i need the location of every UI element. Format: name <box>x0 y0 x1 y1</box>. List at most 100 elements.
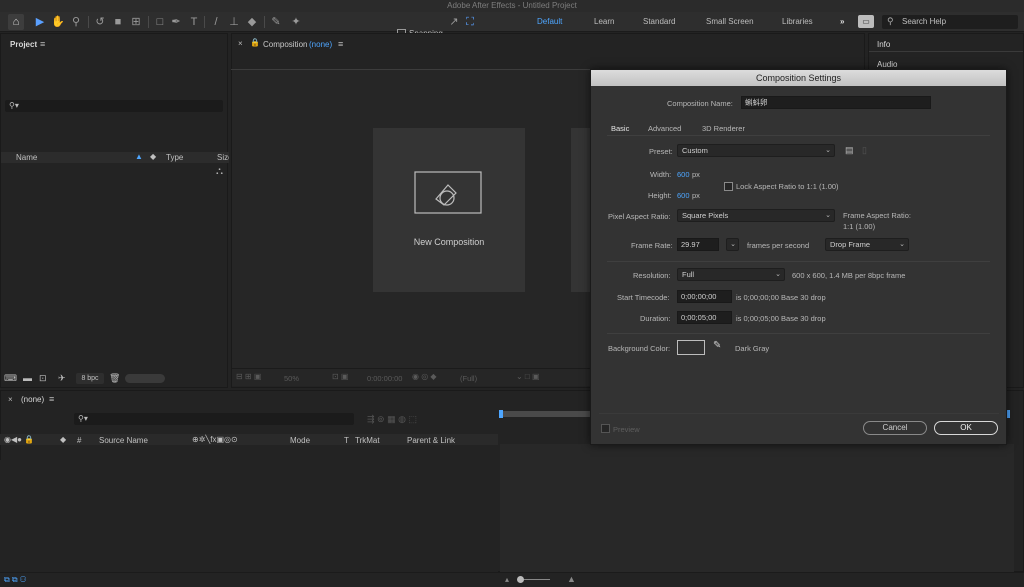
workspace-toggle-icon[interactable]: ▭ <box>858 15 874 28</box>
column-mode[interactable]: Mode <box>290 436 310 445</box>
more-workspaces-icon[interactable]: » <box>840 17 844 26</box>
snapshot-icon[interactable]: ◉ ◎ ◆ <box>412 372 437 381</box>
zoom-level[interactable]: 50% <box>284 374 299 383</box>
tab-basic[interactable]: Basic <box>611 124 629 133</box>
current-time[interactable]: 0:00:00:00 <box>367 374 402 383</box>
zoom-in-icon[interactable]: ▲ <box>567 574 576 584</box>
pan-behind-tool-icon[interactable]: ⊞ <box>128 14 144 30</box>
rotate-tool-icon[interactable]: ↺ <box>92 14 108 30</box>
flowchart-icon[interactable]: ⛬ <box>216 166 223 177</box>
trash-icon[interactable]: 🗑 <box>109 373 120 384</box>
par-select[interactable]: Square Pixels ⌄ <box>677 209 835 222</box>
new-folder-icon[interactable]: ▬ <box>23 373 32 383</box>
label-tag-icon[interactable]: ◆ <box>60 435 66 444</box>
column-type[interactable]: Type <box>166 153 183 162</box>
selection-tool-icon[interactable]: ▶ <box>32 14 48 30</box>
cancel-button[interactable]: Cancel <box>863 421 927 435</box>
timeline-switches-icon[interactable]: ⇶ ⊚ ▦ ◍ ⬚ <box>367 414 417 425</box>
composition-tab-name[interactable]: (none) <box>309 40 332 49</box>
render-time-icon[interactable]: ⧉ ⧉ ⚇ <box>4 575 26 585</box>
resolution-select[interactable]: Full ⌄ <box>677 268 785 281</box>
column-hash[interactable]: # <box>77 436 81 445</box>
thumbnail-slider[interactable] <box>125 374 165 383</box>
comp-name-input[interactable]: 蝌蚪卵 <box>741 96 931 109</box>
pen-tool-icon[interactable]: ✒ <box>168 14 184 30</box>
new-composition-icon[interactable]: ⊡ <box>39 373 47 384</box>
hand-tool-icon[interactable]: ✋ <box>50 14 66 30</box>
sort-ascending-icon[interactable]: ▲ <box>135 152 143 161</box>
brush-tool-icon[interactable]: / <box>208 14 224 30</box>
new-composition-from-footage-card[interactable] <box>571 128 591 292</box>
search-help-field[interactable]: ⚲ Search Help <box>882 15 1018 29</box>
column-size[interactable]: Size <box>217 153 229 162</box>
region-of-interest-icon[interactable]: ⊟ ⊞ ▣ <box>236 372 261 381</box>
layer-switches-icon[interactable]: ⊕✲╲fx▣◎⊙ <box>192 435 238 444</box>
frame-rate-input[interactable]: 29.97 <box>677 238 719 251</box>
preview-checkbox[interactable] <box>601 424 610 433</box>
comp-name-label: Composition Name: <box>667 99 733 108</box>
zoom-out-icon[interactable]: ▴ <box>505 575 509 584</box>
view-options-icon[interactable]: ⌄ □ ▣ <box>516 372 540 381</box>
panel-menu-icon[interactable]: ≡ <box>338 39 343 49</box>
workspace-standard[interactable]: Standard <box>643 17 675 26</box>
width-value[interactable]: 600 <box>677 170 690 179</box>
frame-rate-select[interactable]: ⌄ <box>726 238 739 251</box>
tab-3d-renderer[interactable]: 3D Renderer <box>702 124 745 133</box>
bg-color-swatch[interactable] <box>677 340 705 355</box>
av-switches-icon[interactable]: ◉◀● 🔒 <box>4 435 34 444</box>
snap-expand-icon[interactable]: ⛶ <box>462 14 478 30</box>
eyedropper-icon[interactable]: ✎ <box>713 340 721 351</box>
workspace-learn[interactable]: Learn <box>594 17 614 26</box>
zoom-tool-icon[interactable]: ⚲ <box>68 14 84 30</box>
project-search-input[interactable]: ⚲▾ <box>5 100 223 112</box>
interpret-footage-icon[interactable]: ⌨ <box>4 373 17 384</box>
project-settings-icon[interactable]: ✈ <box>58 373 66 384</box>
work-area-start-handle[interactable] <box>499 410 503 418</box>
column-t[interactable]: T <box>344 436 349 445</box>
lock-icon[interactable]: 🔒 <box>250 38 260 47</box>
bg-color-name: Dark Gray <box>735 344 770 353</box>
panel-menu-icon[interactable]: ≡ <box>49 394 54 404</box>
new-composition-card[interactable]: New Composition <box>373 128 525 292</box>
clone-stamp-tool-icon[interactable]: ⊥ <box>226 14 242 30</box>
column-name[interactable]: Name <box>16 153 37 162</box>
rectangle-tool-icon[interactable]: □ <box>152 14 168 30</box>
audio-tab[interactable]: Audio <box>877 60 897 69</box>
timeline-zoom-slider[interactable] <box>517 576 524 583</box>
save-preset-icon[interactable]: ▤ <box>845 145 854 156</box>
column-trkmat[interactable]: TrkMat <box>355 436 380 445</box>
column-parent-link[interactable]: Parent & Link <box>407 436 455 445</box>
label-tag-icon[interactable]: ◆ <box>150 152 156 161</box>
close-tab-icon[interactable]: × <box>238 39 243 48</box>
height-value[interactable]: 600 <box>677 191 690 200</box>
camera-tool-icon[interactable]: ■ <box>110 14 126 30</box>
work-area-bar[interactable] <box>500 411 590 417</box>
eraser-tool-icon[interactable]: ◆ <box>244 14 260 30</box>
workspace-libraries[interactable]: Libraries <box>782 17 813 26</box>
duration-input[interactable]: 0;00;05;00 <box>677 311 732 324</box>
panel-menu-icon[interactable]: ≡ <box>40 39 45 49</box>
ok-button[interactable]: OK <box>934 421 998 435</box>
timeline-tab[interactable]: (none) <box>21 395 44 404</box>
lock-aspect-checkbox[interactable] <box>724 182 733 191</box>
roto-brush-tool-icon[interactable]: ✎ <box>268 14 284 30</box>
workspace-small-screen[interactable]: Small Screen <box>706 17 754 26</box>
start-timecode-input[interactable]: 0;00;00;00 <box>677 290 732 303</box>
composition-tab-label[interactable]: Composition <box>263 40 307 49</box>
close-tab-icon[interactable]: × <box>8 395 13 404</box>
timeline-search-input[interactable]: ⚲▾ <box>74 413 354 425</box>
snap-options-icon[interactable]: ↗ <box>446 14 462 30</box>
info-tab[interactable]: Info <box>877 40 890 49</box>
home-icon[interactable]: ⌂ <box>8 14 24 30</box>
bpc-button[interactable]: 8 bpc <box>76 373 104 384</box>
column-source-name[interactable]: Source Name <box>99 436 148 445</box>
resolution-select[interactable]: (Full) <box>460 374 477 383</box>
tab-advanced[interactable]: Advanced <box>648 124 681 133</box>
drop-frame-select[interactable]: Drop Frame ⌄ <box>825 238 909 251</box>
preset-select[interactable]: Custom ⌄ <box>677 144 835 157</box>
toggle-grid-icon[interactable]: ⊡ ▣ <box>332 372 348 381</box>
puppet-tool-icon[interactable]: ✦ <box>288 14 304 30</box>
type-tool-icon[interactable]: T <box>186 14 202 30</box>
workspace-default[interactable]: Default <box>537 17 562 26</box>
delete-preset-icon[interactable]: ▯ <box>862 145 867 156</box>
